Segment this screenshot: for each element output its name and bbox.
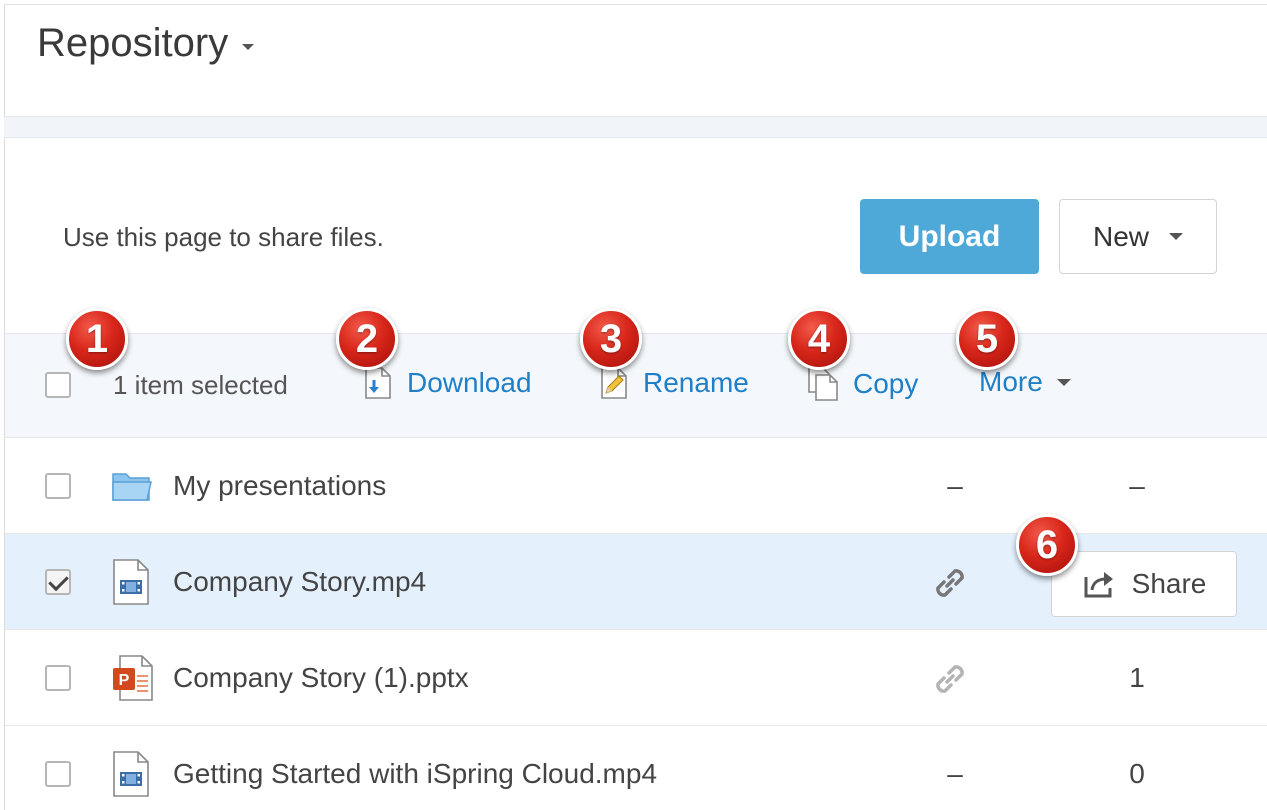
select-all-checkbox[interactable] bbox=[45, 372, 71, 398]
table-row[interactable]: Getting Started with iSpring Cloud.mp4 –… bbox=[5, 726, 1267, 810]
file-name[interactable]: Company Story.mp4 bbox=[173, 566, 426, 598]
row-checkbox[interactable] bbox=[45, 665, 71, 691]
share-icon bbox=[1084, 572, 1113, 598]
download-action[interactable]: Download bbox=[363, 366, 532, 400]
selection-count: 1 item selected bbox=[113, 370, 288, 400]
share-count: – bbox=[1129, 470, 1145, 501]
more-label: More bbox=[979, 366, 1043, 397]
callout-badge-6: 6 bbox=[1016, 514, 1078, 576]
row-checkbox[interactable] bbox=[45, 761, 71, 787]
link-icon[interactable] bbox=[929, 562, 971, 604]
more-dropdown[interactable]: More bbox=[979, 366, 1071, 398]
file-name[interactable]: My presentations bbox=[173, 470, 386, 502]
svg-text:P: P bbox=[119, 672, 130, 689]
chevron-down-icon bbox=[242, 43, 255, 50]
callout-badge-1: 1 bbox=[66, 308, 128, 370]
share-count: 1 bbox=[1129, 662, 1145, 693]
copy-label: Copy bbox=[853, 368, 919, 399]
table-row[interactable]: P Company Story (1).pptx 1 bbox=[5, 630, 1267, 726]
intro-text: Use this page to share files. bbox=[63, 222, 384, 252]
checkmark-icon bbox=[48, 570, 69, 592]
link-status: – bbox=[947, 470, 963, 501]
share-count: 0 bbox=[1129, 758, 1145, 789]
link-icon[interactable] bbox=[929, 658, 971, 700]
pencil-icon bbox=[601, 367, 627, 399]
repository-title-dropdown[interactable]: Repository bbox=[37, 21, 255, 66]
page-title: Repository bbox=[37, 21, 229, 65]
share-button[interactable]: Share bbox=[1051, 551, 1237, 617]
row-checkbox[interactable] bbox=[45, 473, 71, 499]
copy-icon bbox=[808, 367, 838, 401]
video-file-icon bbox=[113, 751, 149, 797]
rename-action[interactable]: Rename bbox=[599, 366, 749, 400]
video-file-icon bbox=[113, 559, 149, 605]
upload-button[interactable]: Upload bbox=[860, 199, 1039, 274]
main-content: Use this page to share files. Upload New… bbox=[4, 138, 1267, 810]
folder-icon bbox=[112, 473, 152, 501]
share-label: Share bbox=[1131, 568, 1207, 599]
callout-badge-2: 2 bbox=[336, 308, 398, 370]
callout-badge-4: 4 bbox=[788, 308, 850, 370]
repository-page: Repository Use this page to share files.… bbox=[0, 0, 1267, 810]
download-label: Download bbox=[407, 367, 532, 398]
new-button-label: New bbox=[1092, 220, 1149, 252]
row-checkbox-checked[interactable] bbox=[45, 569, 71, 595]
rename-label: Rename bbox=[643, 367, 749, 398]
chevron-down-icon bbox=[1056, 378, 1071, 386]
file-name[interactable]: Company Story (1).pptx bbox=[173, 662, 469, 694]
new-button[interactable]: New bbox=[1059, 199, 1217, 274]
link-status: – bbox=[947, 758, 963, 789]
callout-badge-3: 3 bbox=[580, 308, 642, 370]
download-icon bbox=[365, 367, 391, 399]
chevron-down-icon bbox=[1169, 233, 1183, 240]
copy-action[interactable]: Copy bbox=[807, 366, 918, 402]
page-header: Repository bbox=[4, 4, 1267, 116]
callout-badge-5: 5 bbox=[956, 308, 1018, 370]
pptx-file-icon: P bbox=[113, 655, 153, 701]
file-name[interactable]: Getting Started with iSpring Cloud.mp4 bbox=[173, 758, 657, 790]
header-divider bbox=[4, 116, 1267, 138]
table-row[interactable]: My presentations – – bbox=[5, 438, 1267, 534]
